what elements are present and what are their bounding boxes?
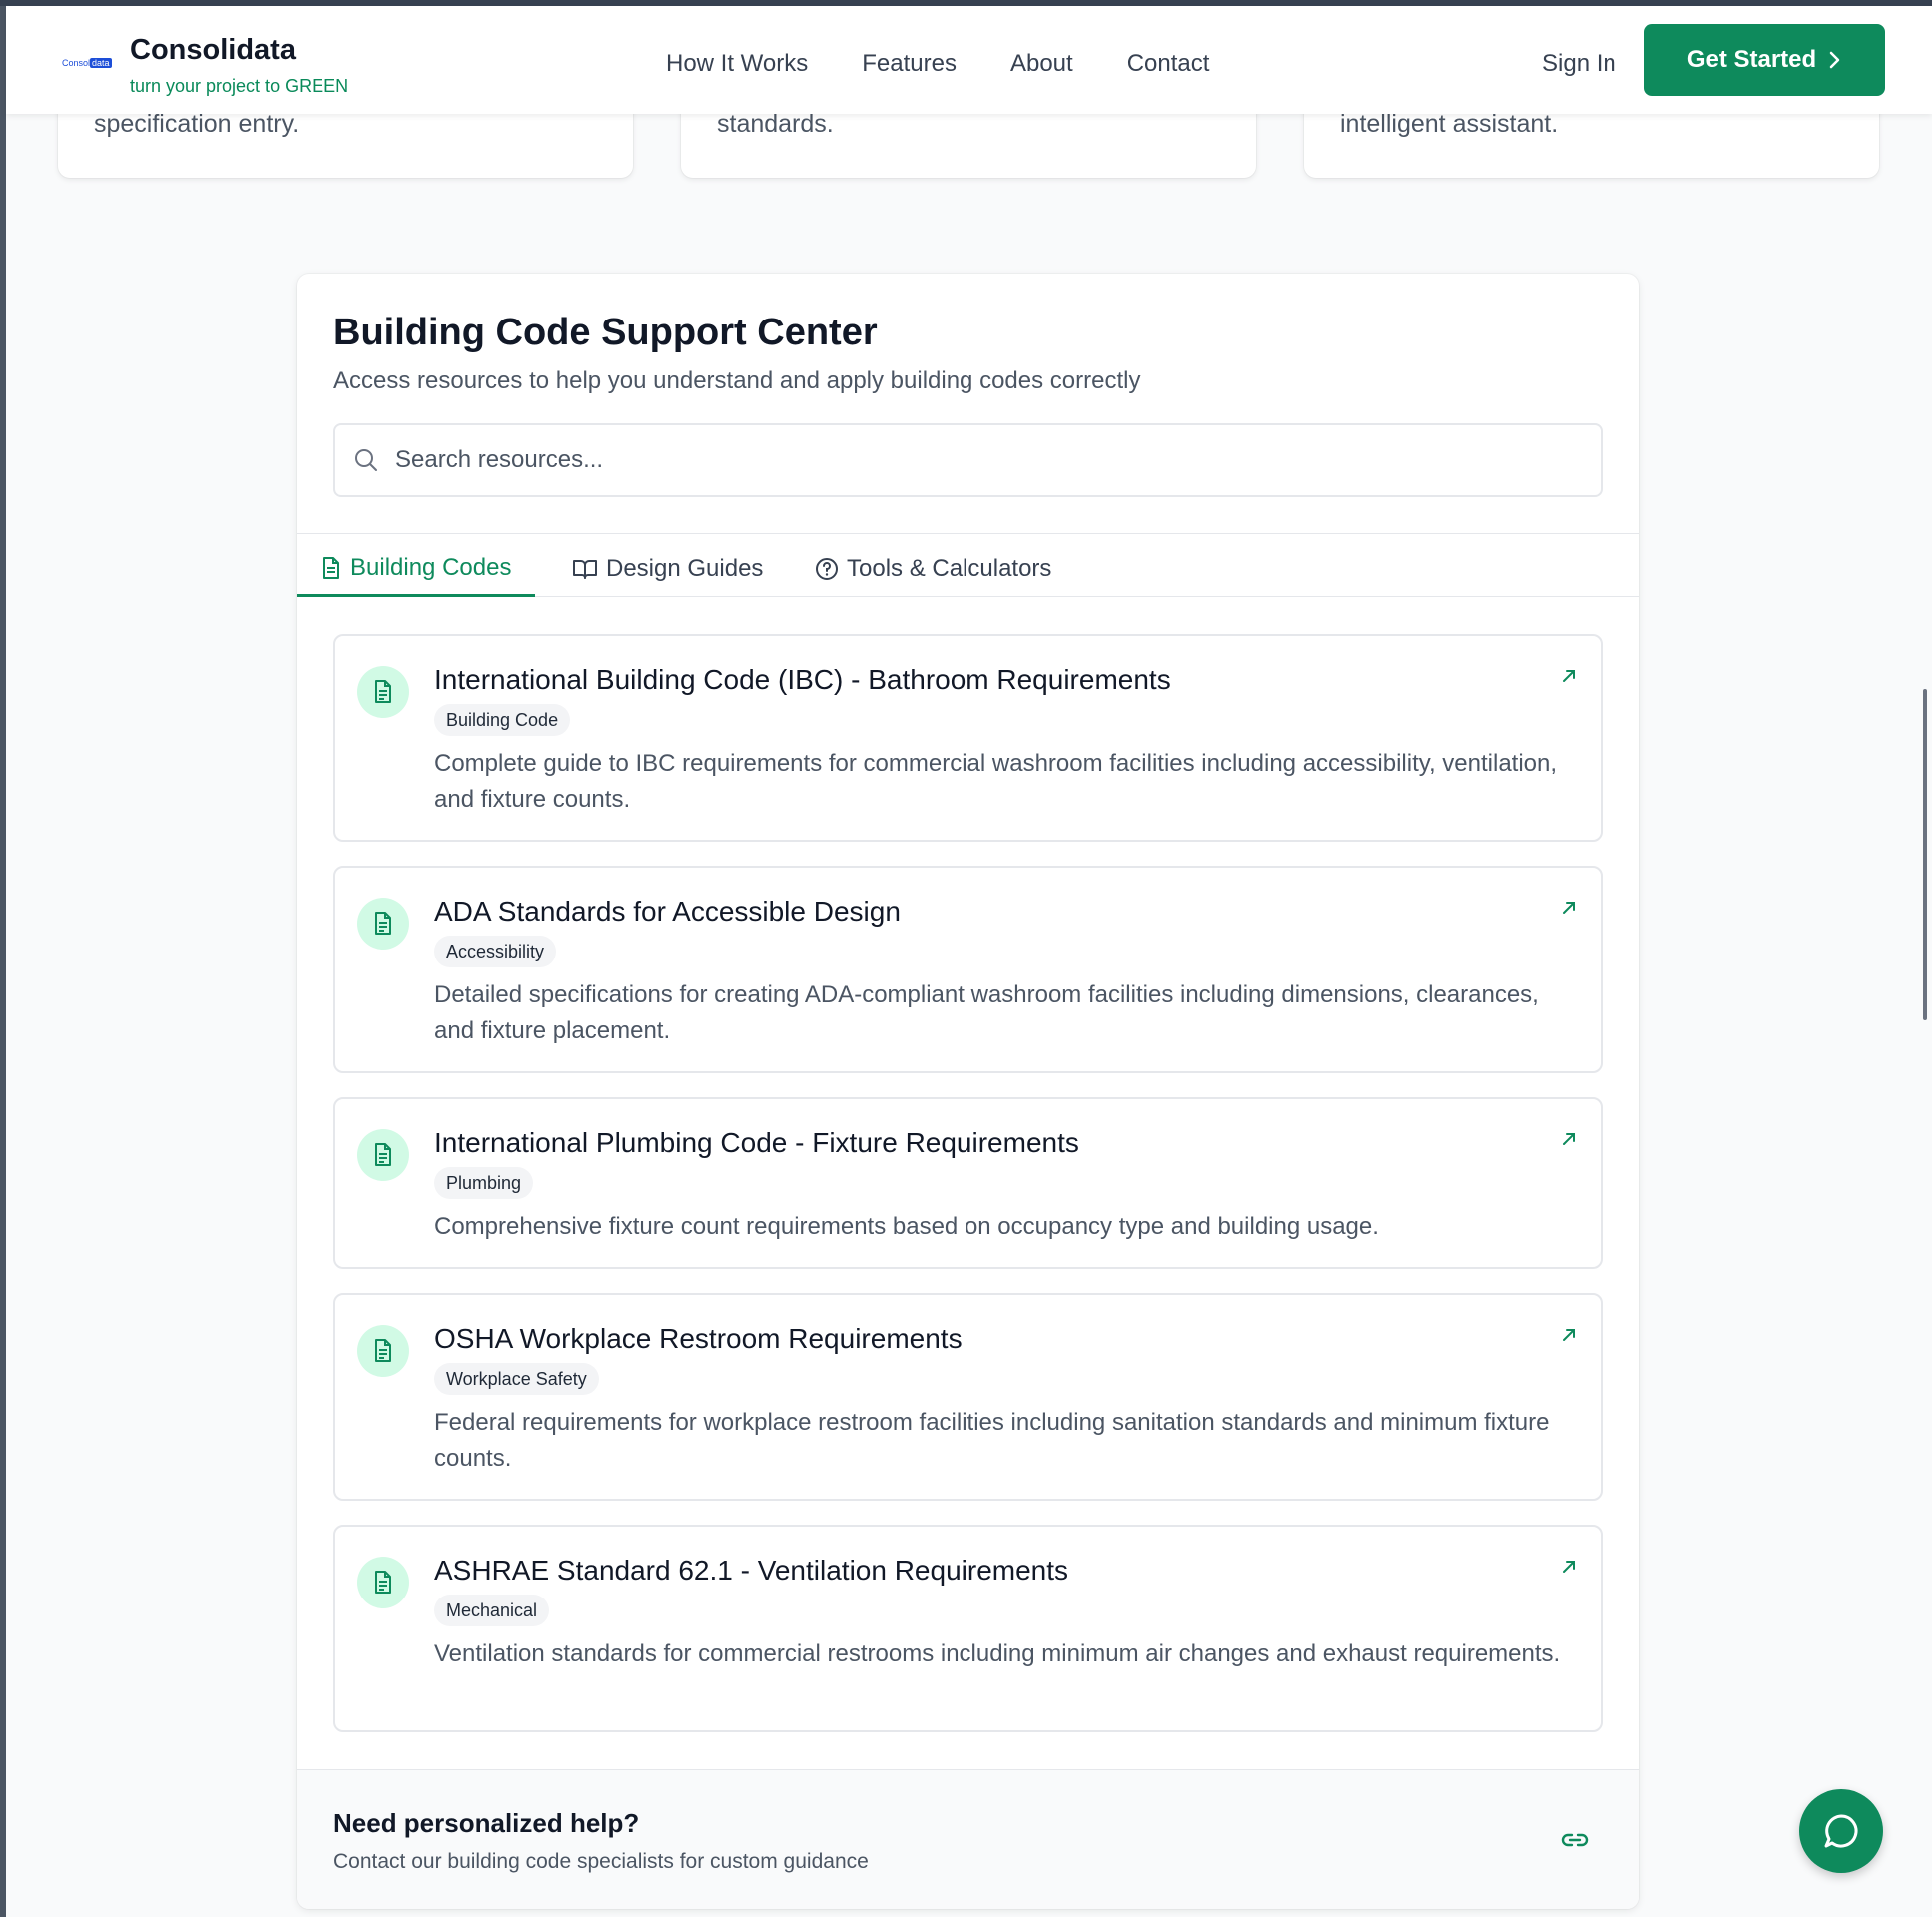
document-icon: [357, 666, 409, 718]
document-icon: [357, 898, 409, 950]
main-nav: How It Works Features About Contact: [666, 50, 1263, 78]
category-badge: Mechanical: [434, 1595, 550, 1626]
resource-title[interactable]: ADA Standards for Accessible Design: [434, 896, 901, 928]
link-icon[interactable]: [1560, 1828, 1590, 1852]
resource-card[interactable]: OSHA Workplace Restroom Requirements Wor…: [333, 1293, 1603, 1501]
tab-building-codes[interactable]: Building Codes: [297, 541, 536, 597]
resource-title[interactable]: OSHA Workplace Restroom Requirements: [434, 1323, 963, 1355]
search-icon: [355, 449, 377, 471]
external-link-icon[interactable]: [1561, 1131, 1577, 1147]
sign-in-link[interactable]: Sign In: [1542, 50, 1616, 78]
document-icon: [357, 1557, 409, 1608]
brand-tagline: turn your project to GREEN: [130, 76, 349, 96]
resource-card[interactable]: ASHRAE Standard 62.1 - Ventilation Requi…: [333, 1525, 1603, 1732]
resource-description: Detailed specifications for creating ADA…: [434, 981, 1539, 1044]
search-box[interactable]: [333, 423, 1603, 497]
feature-card-text: standards.: [717, 110, 834, 138]
tab-label: Design Guides: [606, 555, 764, 582]
nav-how-it-works[interactable]: How It Works: [666, 50, 808, 78]
nav-contact[interactable]: Contact: [1127, 50, 1210, 78]
resource-title[interactable]: International Building Code (IBC) - Bath…: [434, 664, 1171, 696]
chat-bubble-icon: [1824, 1814, 1858, 1848]
page-title: Building Code Support Center: [333, 312, 878, 353]
document-icon: [357, 1129, 409, 1181]
category-badge: Plumbing: [434, 1167, 534, 1199]
feature-card-text: intelligent assistant.: [1340, 110, 1559, 138]
tab-label: Building Codes: [350, 553, 512, 581]
help-subtitle: Contact our building code specialists fo…: [333, 1850, 869, 1873]
category-badge: Workplace Safety: [434, 1363, 599, 1395]
resource-description: Ventilation standards for commercial res…: [434, 1640, 1561, 1667]
resource-title[interactable]: ASHRAE Standard 62.1 - Ventilation Requi…: [434, 1555, 1068, 1587]
external-link-icon[interactable]: [1561, 668, 1577, 684]
window-edge: [0, 0, 6, 1917]
tab-label: Tools & Calculators: [847, 555, 1052, 582]
resource-description: Complete guide to IBC requirements for c…: [434, 750, 1558, 813]
resource-description: Federal requirements for workplace restr…: [434, 1409, 1550, 1472]
resource-card[interactable]: ADA Standards for Accessible Design Acce…: [333, 866, 1603, 1073]
tab-design-guides[interactable]: Design Guides: [572, 541, 763, 597]
resource-card[interactable]: International Plumbing Code - Fixture Re…: [333, 1097, 1603, 1269]
chat-button[interactable]: [1799, 1789, 1883, 1873]
tabs-divider-top: [297, 533, 1639, 534]
logo-text: Consol: [62, 58, 91, 68]
logo[interactable]: Consol data: [62, 54, 122, 72]
site-header: Consol data Consolidata turn your project…: [6, 6, 1932, 114]
search-input[interactable]: [395, 446, 1494, 474]
external-link-icon[interactable]: [1561, 1559, 1577, 1575]
document-icon: [323, 556, 339, 579]
tab-tools-calculators[interactable]: Tools & Calculators: [815, 541, 1051, 597]
category-badge: Building Code: [434, 704, 571, 736]
resource-card[interactable]: International Building Code (IBC) - Bath…: [333, 634, 1603, 842]
document-icon: [357, 1325, 409, 1377]
nav-about[interactable]: About: [1010, 50, 1073, 78]
scrollbar-thumb[interactable]: [1923, 689, 1927, 1020]
logo-text-highlight: data: [90, 58, 112, 68]
book-icon: [573, 560, 597, 579]
support-center-panel: Building Code Support Center Access reso…: [297, 274, 1639, 1909]
help-section: Need personalized help? Contact our buil…: [297, 1769, 1639, 1909]
external-link-icon[interactable]: [1561, 1327, 1577, 1343]
nav-features[interactable]: Features: [862, 50, 957, 78]
get-started-button[interactable]: Get Started: [1644, 24, 1885, 96]
feature-card-text: specification entry.: [94, 110, 300, 138]
resource-title[interactable]: International Plumbing Code - Fixture Re…: [434, 1127, 1079, 1159]
help-circle-icon: [816, 558, 838, 580]
chevron-right-icon: [1829, 51, 1840, 69]
get-started-label: Get Started: [1686, 46, 1817, 73]
help-title: Need personalized help?: [333, 1808, 640, 1838]
resource-description: Comprehensive fixture count requirements…: [434, 1213, 1379, 1240]
external-link-icon[interactable]: [1561, 900, 1577, 916]
page-subtitle: Access resources to help you understand …: [333, 367, 1141, 394]
brand-name[interactable]: Consolidata: [130, 34, 296, 67]
category-badge: Accessibility: [434, 936, 557, 967]
